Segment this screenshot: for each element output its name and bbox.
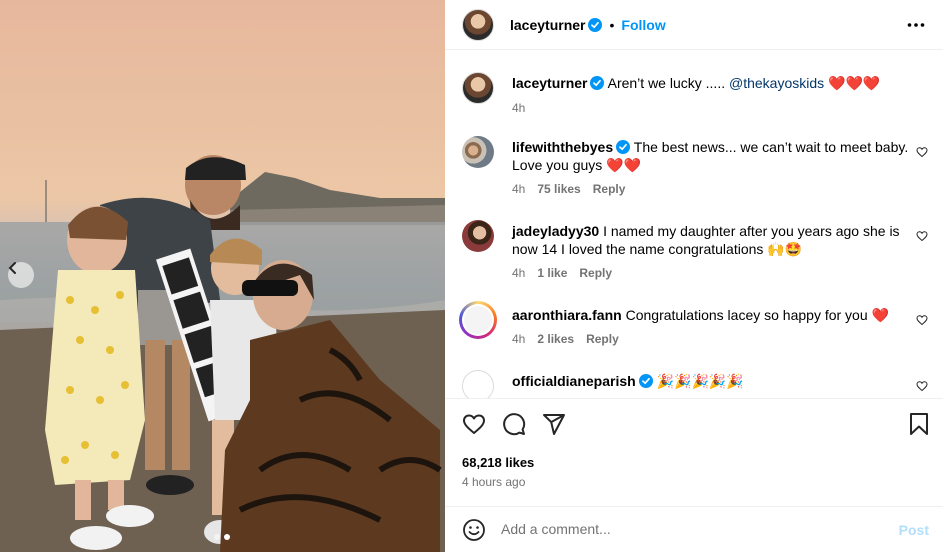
comment-meta: 4h 75 likes Reply [512, 182, 625, 196]
verified-badge-icon [590, 76, 605, 90]
carousel-dot-active [224, 534, 230, 540]
comment-icon[interactable] [502, 412, 526, 436]
comment-meta: 4h 1 like Reply [512, 266, 612, 280]
like-heart-icon[interactable] [462, 412, 486, 436]
carousel-prev-button[interactable] [8, 262, 34, 288]
comment-username[interactable]: jadeyladyy30 [512, 223, 599, 239]
caption-avatar[interactable] [462, 72, 494, 104]
comment-username[interactable]: aaronthiara.fann [512, 307, 622, 323]
comment-emojis: ❤️❤️ [606, 157, 642, 173]
comment-text: aaronthiara.fann Congratulations lacey s… [512, 306, 912, 324]
chevron-left-icon [8, 262, 16, 274]
comment-time[interactable]: 4h [512, 332, 525, 346]
action-bar [445, 398, 943, 450]
carousel-dots [214, 534, 230, 540]
caption-mention[interactable]: @thekayoskids [729, 75, 824, 91]
caption: laceyturner Aren’t we lucky ..... @theka… [462, 72, 932, 122]
reply-button[interactable]: Reply [593, 182, 626, 196]
comments-list[interactable]: laceyturner Aren’t we lucky ..... @theka… [445, 50, 943, 398]
comment-emojis: 🎉🎉🎉🎉🎉 [656, 373, 744, 389]
comment-likes[interactable]: 1 like [537, 266, 567, 280]
follow-button[interactable]: Follow [621, 17, 665, 33]
comment-likes[interactable]: 75 likes [537, 182, 580, 196]
add-comment-bar: Post [445, 506, 943, 552]
comment: aaronthiara.fann Congratulations lacey s… [459, 301, 932, 354]
comment-avatar[interactable] [462, 220, 494, 252]
caption-meta: 4h [512, 101, 525, 115]
comment-time[interactable]: 4h [512, 182, 525, 196]
comment-avatar[interactable] [462, 370, 494, 398]
caption-time[interactable]: 4h [512, 101, 525, 115]
author-avatar[interactable] [462, 8, 494, 41]
comment-likes[interactable]: 2 likes [537, 332, 574, 346]
caption-username[interactable]: laceyturner [512, 75, 587, 91]
verified-badge-icon [616, 140, 631, 154]
comment-username[interactable]: lifewiththebyes [512, 139, 613, 155]
likes-count[interactable]: 68,218 likes [462, 455, 534, 470]
comment-like-heart-icon[interactable] [916, 146, 928, 158]
more-horizontal-icon[interactable] [907, 16, 925, 34]
separator-dot: • [609, 16, 615, 33]
carousel-dot [214, 534, 220, 540]
author-username[interactable]: laceyturner [510, 17, 585, 33]
comment-meta: 4h 2 likes Reply [512, 332, 619, 346]
comment-emojis: ❤️ [871, 307, 889, 323]
verified-badge-icon [588, 17, 603, 32]
comment-emojis: 🙌🤩 [767, 241, 803, 257]
post-header: laceyturner • Follow [445, 0, 943, 50]
comment-avatar[interactable] [462, 136, 494, 168]
comment-like-heart-icon[interactable] [916, 314, 928, 326]
share-send-icon[interactable] [542, 412, 566, 436]
emoji-icon[interactable] [462, 518, 486, 542]
comment: jadeyladyy30 I named my daughter after y… [462, 220, 932, 280]
beach-family-photo [0, 155, 445, 552]
post-photo[interactable] [0, 0, 445, 552]
post-comment-button[interactable]: Post [899, 522, 929, 538]
comment: lifewiththebyes The best news... we can’… [462, 136, 932, 196]
comment-time[interactable]: 4h [512, 266, 525, 280]
caption-body: Aren’t we lucky ..... [607, 75, 729, 91]
comment-username[interactable]: officialdianeparish [512, 373, 636, 389]
comment-text: jadeyladyy30 I named my daughter after y… [512, 222, 912, 258]
caption-emojis: ❤️❤️❤️ [828, 75, 881, 91]
post-details-panel: laceyturner • Follow laceyturner Aren’t … [445, 0, 943, 552]
reply-button[interactable]: Reply [586, 332, 619, 346]
verified-badge-icon [638, 374, 653, 388]
comment-body: Congratulations lacey so happy for you [625, 307, 872, 323]
comment-text: officialdianeparish 🎉🎉🎉🎉🎉 [512, 372, 912, 390]
save-bookmark-icon[interactable] [908, 412, 930, 436]
caption-text: laceyturner Aren’t we lucky ..... @theka… [512, 74, 912, 92]
comment-like-heart-icon[interactable] [916, 380, 928, 392]
comment-avatar-story-ring[interactable] [459, 301, 497, 339]
comment-text: lifewiththebyes The best news... we can’… [512, 138, 912, 174]
reply-button[interactable]: Reply [579, 266, 612, 280]
add-comment-input[interactable] [501, 518, 881, 540]
comment-like-heart-icon[interactable] [916, 230, 928, 242]
comment: officialdianeparish 🎉🎉🎉🎉🎉 [462, 370, 932, 398]
post-time[interactable]: 4 hours ago [462, 475, 525, 489]
